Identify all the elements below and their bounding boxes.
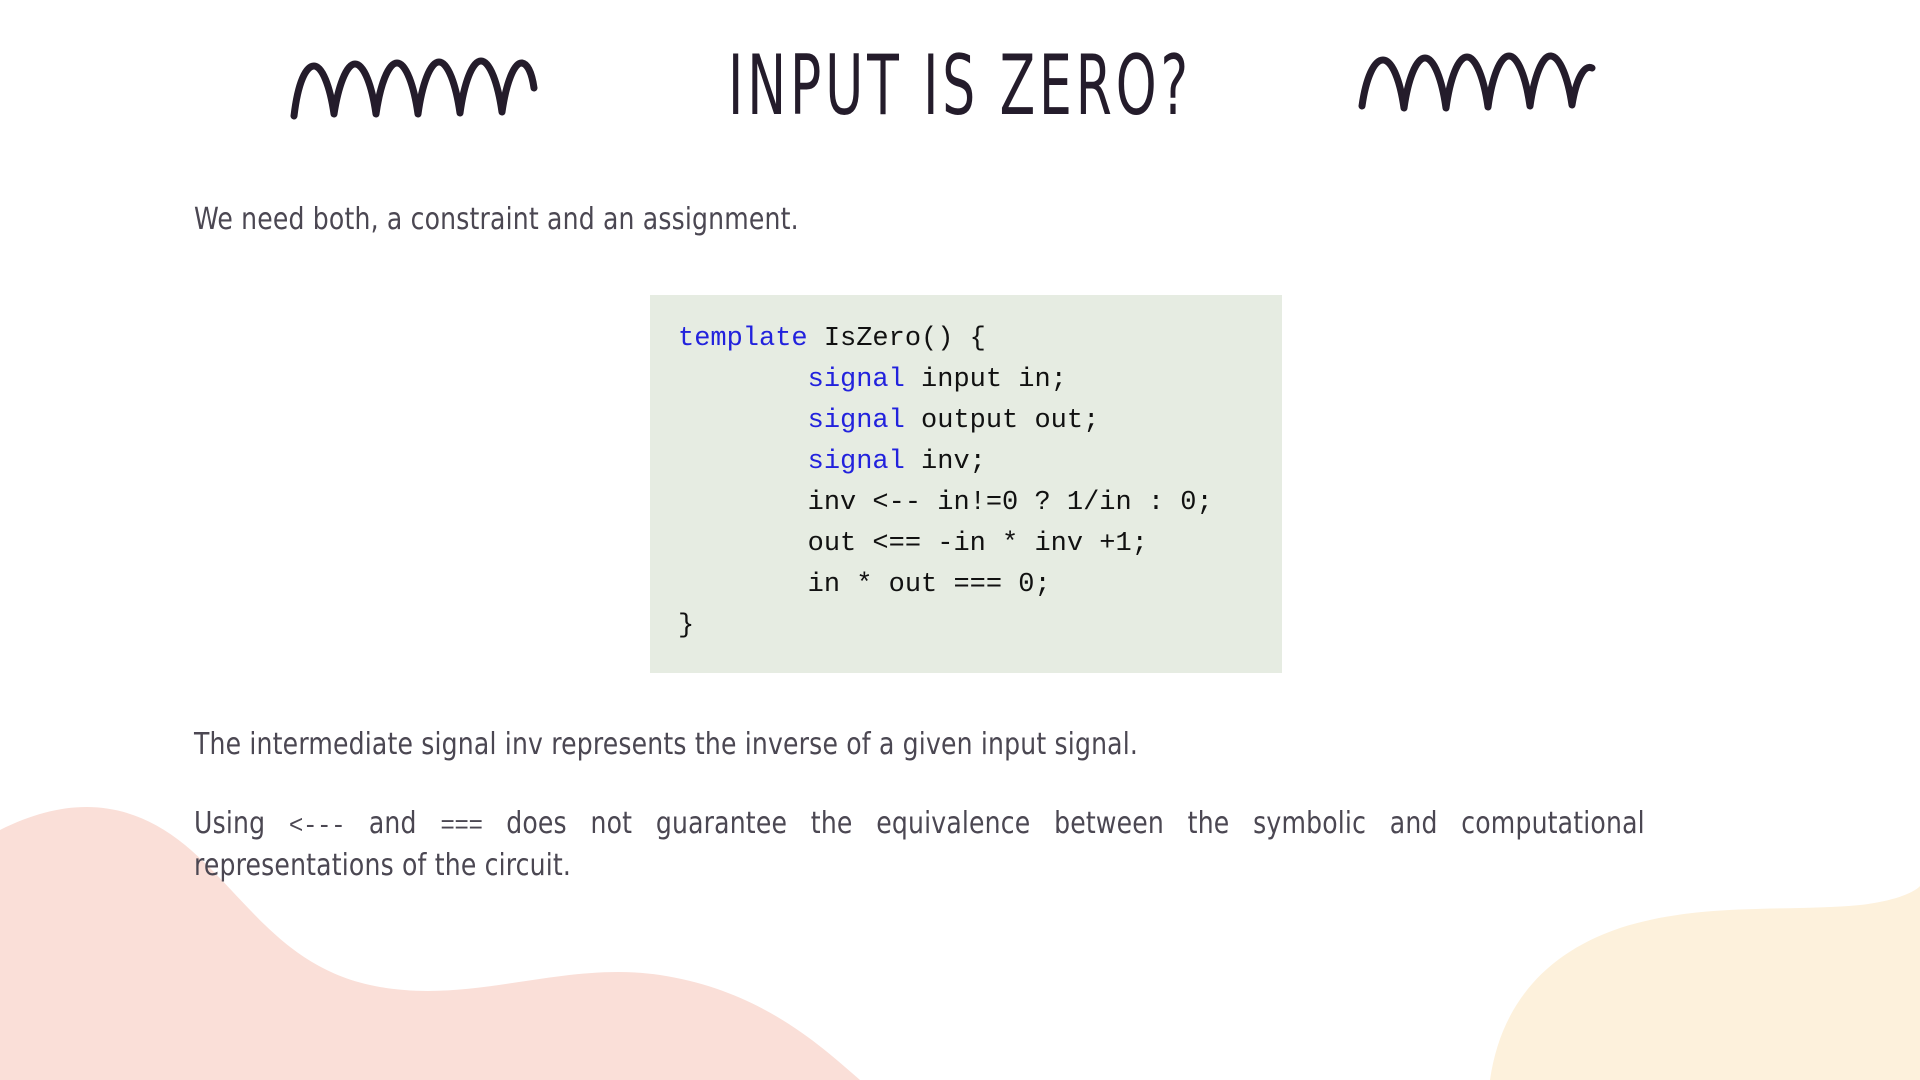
slide-canvas: INPUT IS ZERO? We need both, a constrain… xyxy=(0,0,1920,1080)
code-line-3-rest: inv; xyxy=(904,447,986,477)
intro-paragraph: We need both, a constraint and an assign… xyxy=(194,202,799,237)
code-line-0-rest: IsZero() { xyxy=(807,324,986,354)
inline-code-constraint: === xyxy=(440,811,483,841)
inline-code-assignment: <--- xyxy=(288,811,346,841)
code-line-6-indent xyxy=(678,570,808,600)
last-paragraph-part2: and xyxy=(345,806,441,841)
last-paragraph: Using <--- and === does not guarantee th… xyxy=(194,804,1645,886)
code-line-4-indent xyxy=(678,488,808,518)
code-keyword-signal-1: signal xyxy=(807,365,905,395)
code-line-5-indent xyxy=(678,529,808,559)
code-keyword-template: template xyxy=(678,324,808,354)
code-block: template IsZero() { signal input in; sig… xyxy=(650,295,1282,673)
last-paragraph-part1: Using xyxy=(194,806,289,841)
code-line-4-rest: inv <-- in!=0 ? 1/in : 0; xyxy=(807,488,1213,518)
code-line-6-rest: in * out === 0; xyxy=(807,570,1051,600)
code-keyword-signal-2: signal xyxy=(807,406,905,436)
code-line-1-indent xyxy=(678,365,808,395)
code-line-3-indent xyxy=(678,447,808,477)
slide-title: INPUT IS ZERO? xyxy=(728,38,1192,135)
cream-blob xyxy=(1490,886,1920,1080)
code-line-5-rest: out <== -in * inv +1; xyxy=(807,529,1148,559)
code-line-1-rest: input in; xyxy=(904,365,1067,395)
code-keyword-signal-3: signal xyxy=(807,447,905,477)
middle-paragraph: The intermediate signal inv represents t… xyxy=(194,727,1139,762)
code-line-2-indent xyxy=(678,406,808,436)
code-line-7-rest: } xyxy=(678,611,695,641)
code-line-2-rest: output out; xyxy=(904,406,1100,436)
